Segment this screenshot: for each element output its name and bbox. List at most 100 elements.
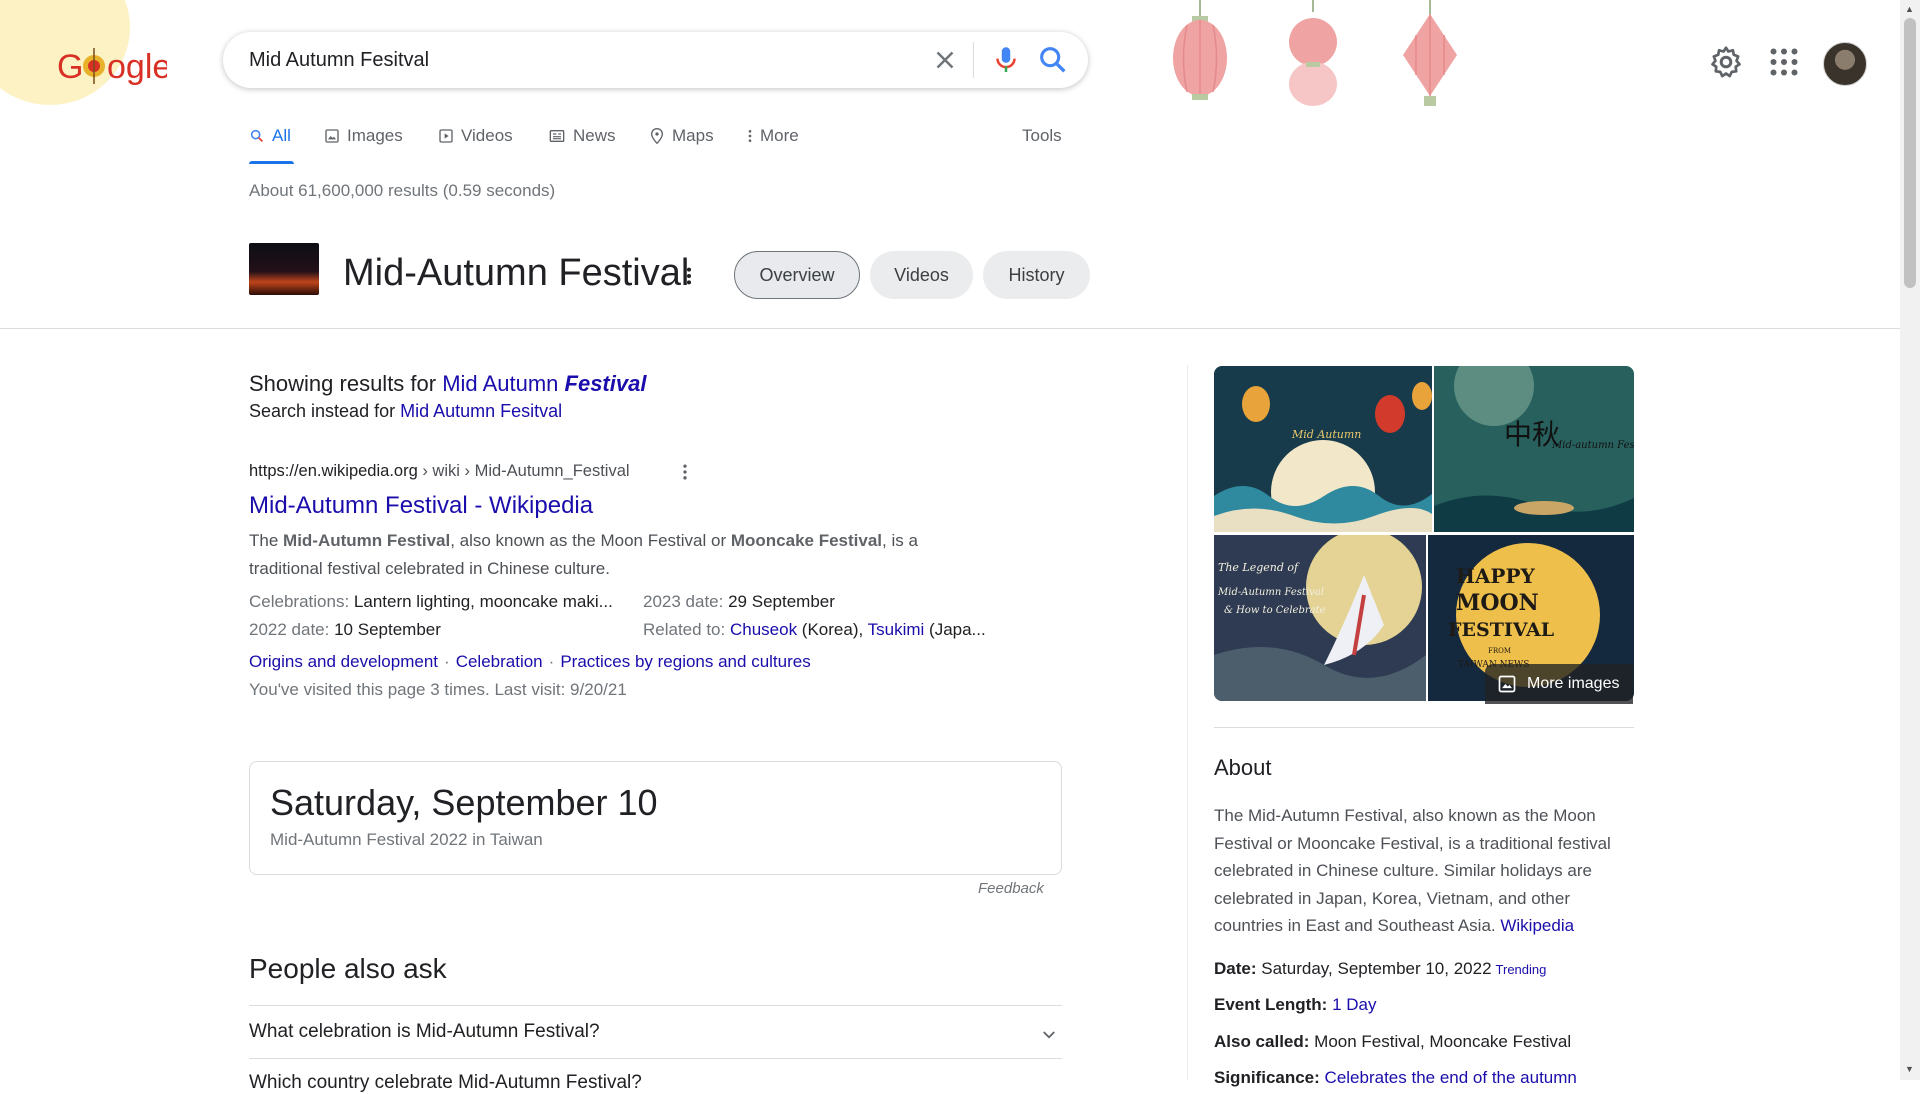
original-query-link[interactable]: Mid Autumn Fesitval: [400, 401, 562, 421]
newspaper-icon: [549, 130, 565, 142]
feedback-link[interactable]: Feedback: [978, 880, 1044, 897]
tab-maps[interactable]: Maps: [649, 126, 714, 146]
image-caption: Mid-Autumn Festival: [1217, 587, 1324, 598]
svg-text:G: G: [57, 48, 83, 86]
chip-history[interactable]: History: [983, 251, 1090, 299]
search-box[interactable]: Mid Autumn Fesitval: [223, 32, 1088, 88]
apps-grid-icon[interactable]: [1766, 44, 1802, 80]
more-images-button[interactable]: More images: [1485, 664, 1633, 704]
image-caption: FROM: [1488, 647, 1511, 655]
lantern-decoration: [1173, 0, 1227, 100]
knowledge-panel-divider: [1187, 365, 1188, 1080]
more-options-icon[interactable]: [684, 265, 694, 287]
scroll-up-arrow-icon[interactable]: ▲: [1905, 4, 1914, 14]
event-length-link[interactable]: 1 Day: [1332, 995, 1376, 1014]
tab-label: All: [272, 126, 291, 145]
people-also-ask-title: People also ask: [249, 953, 447, 984]
paa-question[interactable]: Which country celebrate Mid-Autumn Festi…: [249, 1072, 642, 1094]
divider: [973, 42, 974, 78]
image-icon: [1498, 675, 1516, 693]
fact-celebrations: Celebrations: Lantern lighting, mooncake…: [249, 592, 613, 611]
festival-illustration-image: 中秋 Mid-autumn Festival: [1434, 366, 1634, 532]
tab-images[interactable]: Images: [324, 126, 403, 146]
image-caption: Mid-autumn Festival: [1551, 440, 1634, 451]
date-answer: Saturday, September 10: [270, 782, 658, 823]
tab-label: Maps: [672, 126, 714, 145]
divider: [1214, 727, 1634, 728]
microphone-icon[interactable]: [989, 43, 1023, 77]
lantern-decoration: [1403, 0, 1457, 106]
divider: [249, 1005, 1062, 1006]
date-answer-card: Saturday, September 10 Mid-Autumn Festiv…: [249, 761, 1062, 875]
result-url[interactable]: https://en.wikipedia.org › wiki › Mid-Au…: [249, 462, 630, 481]
related-link-tsukimi[interactable]: Tsukimi: [868, 620, 925, 639]
search-instead-for: Search instead for Mid Autumn Fesitval: [249, 401, 563, 421]
google-doodle-logo[interactable]: G ogle: [57, 40, 167, 90]
kp-image-1[interactable]: Mid Autumn: [1214, 366, 1432, 532]
chip-overview[interactable]: Overview: [734, 251, 860, 299]
wikipedia-source-link[interactable]: Wikipedia: [1500, 916, 1574, 935]
tab-tools[interactable]: Tools: [1022, 126, 1062, 146]
kp-image-3[interactable]: The Legend of Mid-Autumn Festival & How …: [1214, 535, 1426, 701]
kp-fact-length: Event Length: 1 Day: [1214, 995, 1377, 1014]
tab-label: Videos: [461, 126, 513, 145]
image-caption: & How to Celebrate: [1224, 605, 1326, 616]
result-more-options-icon[interactable]: [680, 462, 690, 482]
kp-fact-significance: Significance: Celebrates the end of the …: [1214, 1068, 1577, 1087]
tab-more[interactable]: More: [747, 126, 799, 146]
showing-results-for: Showing results for Mid Autumn Festival: [249, 371, 647, 396]
tab-videos[interactable]: Videos: [438, 126, 513, 146]
account-avatar[interactable]: [1823, 42, 1867, 86]
kp-fact-date: Date: Saturday, September 10, 2022 Trendi…: [1214, 959, 1547, 978]
tab-label: News: [573, 126, 616, 145]
festival-illustration-image: Mid Autumn: [1214, 366, 1432, 532]
date-answer-subtitle: Mid-Autumn Festival 2022 in Taiwan: [270, 830, 543, 849]
related-link-chuseok[interactable]: Chuseok: [730, 620, 797, 639]
close-icon[interactable]: [930, 45, 960, 75]
chevron-down-icon[interactable]: [1040, 1026, 1058, 1044]
tab-news[interactable]: News: [548, 126, 616, 146]
significance-link[interactable]: Celebrates the end of the autumn: [1325, 1068, 1577, 1087]
settings-gear-icon[interactable]: [1708, 44, 1744, 80]
sitelinks: Origins and development · Celebration · Prac…: [249, 652, 811, 671]
svg-text:ogle: ogle: [107, 48, 167, 86]
map-pin-icon: [650, 127, 664, 145]
image-caption: HAPPY: [1456, 564, 1535, 588]
video-icon: [439, 129, 453, 143]
result-title-link[interactable]: Mid-Autumn Festival - Wikipedia: [249, 492, 593, 520]
vertical-dots-icon: [748, 130, 752, 142]
kp-image-2[interactable]: 中秋 Mid-autumn Festival: [1434, 366, 1634, 532]
paa-question[interactable]: What celebration is Mid-Autumn Festival?: [249, 1021, 600, 1043]
festival-illustration-image: The Legend of Mid-Autumn Festival & How …: [1214, 535, 1426, 701]
image-caption: FESTIVAL: [1448, 619, 1554, 641]
header-divider: [0, 328, 1900, 329]
entity-thumbnail[interactable]: [249, 243, 319, 295]
image-icon: [325, 129, 339, 143]
image-caption: MOON: [1456, 590, 1539, 616]
image-caption: Mid Autumn: [1291, 428, 1361, 441]
sitelink-celebration[interactable]: Celebration: [456, 652, 543, 671]
chip-videos[interactable]: Videos: [870, 251, 973, 299]
sitelink-origins[interactable]: Origins and development: [249, 652, 438, 671]
trending-link[interactable]: Trending: [1496, 962, 1547, 977]
sitelink-practices[interactable]: Practices by regions and cultures: [560, 652, 810, 671]
tab-label: More: [760, 126, 799, 145]
fact-2022-date: 2022 date: 10 September: [249, 620, 441, 639]
about-description: The Mid-Autumn Festival, also known as t…: [1214, 806, 1611, 935]
search-icon: [250, 129, 263, 142]
lantern-decoration: [1289, 0, 1337, 106]
corrected-query-link[interactable]: Mid Autumn Festival: [442, 371, 646, 396]
search-icon[interactable]: [1036, 43, 1070, 77]
tab-label: Images: [347, 126, 403, 145]
more-images-label: More images: [1527, 675, 1620, 692]
scroll-down-arrow-icon[interactable]: ▼: [1905, 1064, 1914, 1074]
about-title: About: [1214, 755, 1272, 780]
result-snippet: The Mid-Autumn Festival, also known as t…: [249, 531, 918, 578]
search-input[interactable]: Mid Autumn Fesitval: [249, 49, 429, 72]
divider: [249, 1058, 1062, 1059]
result-stats: About 61,600,000 results (0.59 seconds): [249, 181, 556, 200]
tab-all[interactable]: All: [249, 126, 291, 146]
scrollbar-thumb[interactable]: [1904, 18, 1916, 288]
fact-2023-date: 2023 date: 29 September: [643, 592, 835, 611]
visited-note: You've visited this page 3 times. Last v…: [249, 680, 627, 699]
